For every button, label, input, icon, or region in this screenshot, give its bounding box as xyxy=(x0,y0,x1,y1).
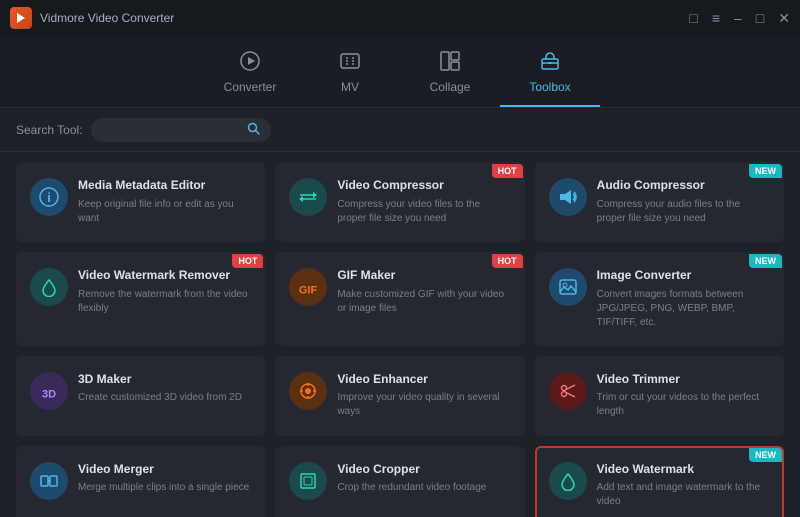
tool-desc-video-compressor: Compress your video files to the proper … xyxy=(337,198,510,226)
collage-icon xyxy=(439,50,461,76)
main-area: i Media Metadata Editor Keep original fi… xyxy=(0,152,800,517)
badge-video-watermark-remover: Hot xyxy=(232,254,263,268)
tools-grid: i Media Metadata Editor Keep original fi… xyxy=(16,162,784,517)
search-bar: Search Tool: xyxy=(0,108,800,152)
tool-text-video-compressor: Video Compressor Compress your video fil… xyxy=(337,178,510,226)
svg-text:3D: 3D xyxy=(42,388,56,400)
tool-desc-video-cropper: Crop the redundant video footage xyxy=(337,481,510,495)
tool-icon-video-compressor xyxy=(289,178,327,216)
tool-icon-video-merger xyxy=(30,462,68,500)
tool-title-video-watermark: Video Watermark xyxy=(597,462,770,478)
tool-icon-audio-compressor xyxy=(549,178,587,216)
tool-title-video-watermark-remover: Video Watermark Remover xyxy=(78,268,251,284)
close-button[interactable]: ✕ xyxy=(778,11,790,25)
tool-text-audio-compressor: Audio Compressor Compress your audio fil… xyxy=(597,178,770,226)
tool-title-audio-compressor: Audio Compressor xyxy=(597,178,770,194)
mv-icon xyxy=(339,50,361,76)
app-title: Vidmore Video Converter xyxy=(40,11,174,25)
search-input-wrap[interactable] xyxy=(91,118,271,142)
converter-label: Converter xyxy=(224,80,277,94)
tool-desc-image-converter: Convert images formats between JPG/JPEG,… xyxy=(597,288,770,330)
tool-title-video-compressor: Video Compressor xyxy=(337,178,510,194)
tool-desc-video-enhancer: Improve your video quality in several wa… xyxy=(337,391,510,419)
tool-icon-video-cropper xyxy=(289,462,327,500)
badge-audio-compressor: New xyxy=(749,164,782,178)
tool-card-video-watermark-remover[interactable]: Hot Video Watermark Remover Remove the w… xyxy=(16,252,265,346)
tool-text-image-converter: Image Converter Convert images formats b… xyxy=(597,268,770,330)
tool-text-video-enhancer: Video Enhancer Improve your video qualit… xyxy=(337,372,510,420)
converter-icon xyxy=(239,50,261,76)
tool-icon-image-converter xyxy=(549,268,587,306)
collage-label: Collage xyxy=(430,80,471,94)
tool-card-media-metadata-editor[interactable]: i Media Metadata Editor Keep original fi… xyxy=(16,162,265,242)
tool-text-video-cropper: Video Cropper Crop the redundant video f… xyxy=(337,462,510,496)
tool-text-video-merger: Video Merger Merge multiple clips into a… xyxy=(78,462,251,496)
tool-text-video-watermark: Video Watermark Add text and image water… xyxy=(597,462,770,510)
tool-title-gif-maker: GIF Maker xyxy=(337,268,510,284)
tool-desc-video-merger: Merge multiple clips into a single piece xyxy=(78,481,251,495)
tool-desc-video-watermark: Add text and image watermark to the vide… xyxy=(597,481,770,509)
tool-title-video-trimmer: Video Trimmer xyxy=(597,372,770,388)
tool-icon-video-watermark xyxy=(549,462,587,500)
title-bar-left: Vidmore Video Converter xyxy=(10,7,174,29)
app-logo xyxy=(10,7,32,29)
tool-text-video-trimmer: Video Trimmer Trim or cut your videos to… xyxy=(597,372,770,420)
tool-icon-video-enhancer xyxy=(289,372,327,410)
toolbox-label: Toolbox xyxy=(529,80,570,94)
tool-title-video-merger: Video Merger xyxy=(78,462,251,478)
tool-card-video-merger[interactable]: Video Merger Merge multiple clips into a… xyxy=(16,446,265,517)
tool-title-image-converter: Image Converter xyxy=(597,268,770,284)
toolbox-icon xyxy=(539,50,561,76)
tool-desc-media-metadata-editor: Keep original file info or edit as you w… xyxy=(78,198,251,226)
search-icon xyxy=(247,122,260,138)
badge-video-compressor: Hot xyxy=(492,164,523,178)
badge-image-converter: New xyxy=(749,254,782,268)
tool-icon-3d-maker: 3D xyxy=(30,372,68,410)
tool-text-media-metadata-editor: Media Metadata Editor Keep original file… xyxy=(78,178,251,226)
tool-card-audio-compressor[interactable]: New Audio Compressor Compress your audio… xyxy=(535,162,784,242)
tool-title-media-metadata-editor: Media Metadata Editor xyxy=(78,178,251,194)
nav-item-toolbox[interactable]: Toolbox xyxy=(500,43,600,107)
tool-title-video-enhancer: Video Enhancer xyxy=(337,372,510,388)
mv-label: MV xyxy=(341,80,359,94)
tool-desc-video-watermark-remover: Remove the watermark from the video flex… xyxy=(78,288,251,316)
tool-icon-video-trimmer xyxy=(549,372,587,410)
badge-gif-maker: Hot xyxy=(492,254,523,268)
tool-text-video-watermark-remover: Video Watermark Remover Remove the water… xyxy=(78,268,251,316)
search-label: Search Tool: xyxy=(16,123,83,137)
chat-icon[interactable]: □ xyxy=(689,11,697,25)
search-input[interactable] xyxy=(101,123,241,137)
tool-card-video-compressor[interactable]: Hot Video Compressor Compress your video… xyxy=(275,162,524,242)
title-bar: Vidmore Video Converter □ ≡ – □ ✕ xyxy=(0,0,800,36)
svg-text:GIF: GIF xyxy=(299,285,318,297)
tool-card-3d-maker[interactable]: 3D 3D Maker Create customized 3D video f… xyxy=(16,356,265,436)
tool-desc-3d-maker: Create customized 3D video from 2D xyxy=(78,391,251,405)
tool-card-video-trimmer[interactable]: Video Trimmer Trim or cut your videos to… xyxy=(535,356,784,436)
tool-desc-audio-compressor: Compress your audio files to the proper … xyxy=(597,198,770,226)
nav-item-collage[interactable]: Collage xyxy=(400,43,500,107)
tool-title-video-cropper: Video Cropper xyxy=(337,462,510,478)
tool-text-gif-maker: GIF Maker Make customized GIF with your … xyxy=(337,268,510,316)
tool-card-video-cropper[interactable]: Video Cropper Crop the redundant video f… xyxy=(275,446,524,517)
nav-item-converter[interactable]: Converter xyxy=(200,43,300,107)
minimize-button[interactable]: – xyxy=(734,11,742,25)
tool-card-video-enhancer[interactable]: Video Enhancer Improve your video qualit… xyxy=(275,356,524,436)
title-bar-controls: □ ≡ – □ ✕ xyxy=(689,11,790,25)
tool-text-3d-maker: 3D Maker Create customized 3D video from… xyxy=(78,372,251,406)
tool-desc-video-trimmer: Trim or cut your videos to the perfect l… xyxy=(597,391,770,419)
tool-card-image-converter[interactable]: New Image Converter Convert images forma… xyxy=(535,252,784,346)
tool-icon-media-metadata-editor: i xyxy=(30,178,68,216)
maximize-button[interactable]: □ xyxy=(756,11,764,25)
menu-icon[interactable]: ≡ xyxy=(712,11,720,25)
tool-desc-gif-maker: Make customized GIF with your video or i… xyxy=(337,288,510,316)
nav-item-mv[interactable]: MV xyxy=(300,43,400,107)
svg-text:i: i xyxy=(47,190,51,205)
tool-card-gif-maker[interactable]: Hot GIF GIF Maker Make customized GIF wi… xyxy=(275,252,524,346)
tool-icon-video-watermark-remover xyxy=(30,268,68,306)
tool-icon-gif-maker: GIF xyxy=(289,268,327,306)
tool-title-3d-maker: 3D Maker xyxy=(78,372,251,388)
badge-video-watermark: New xyxy=(749,448,782,462)
tool-card-video-watermark[interactable]: New Video Watermark Add text and image w… xyxy=(535,446,784,517)
nav-bar: Converter MV Collage xyxy=(0,36,800,108)
